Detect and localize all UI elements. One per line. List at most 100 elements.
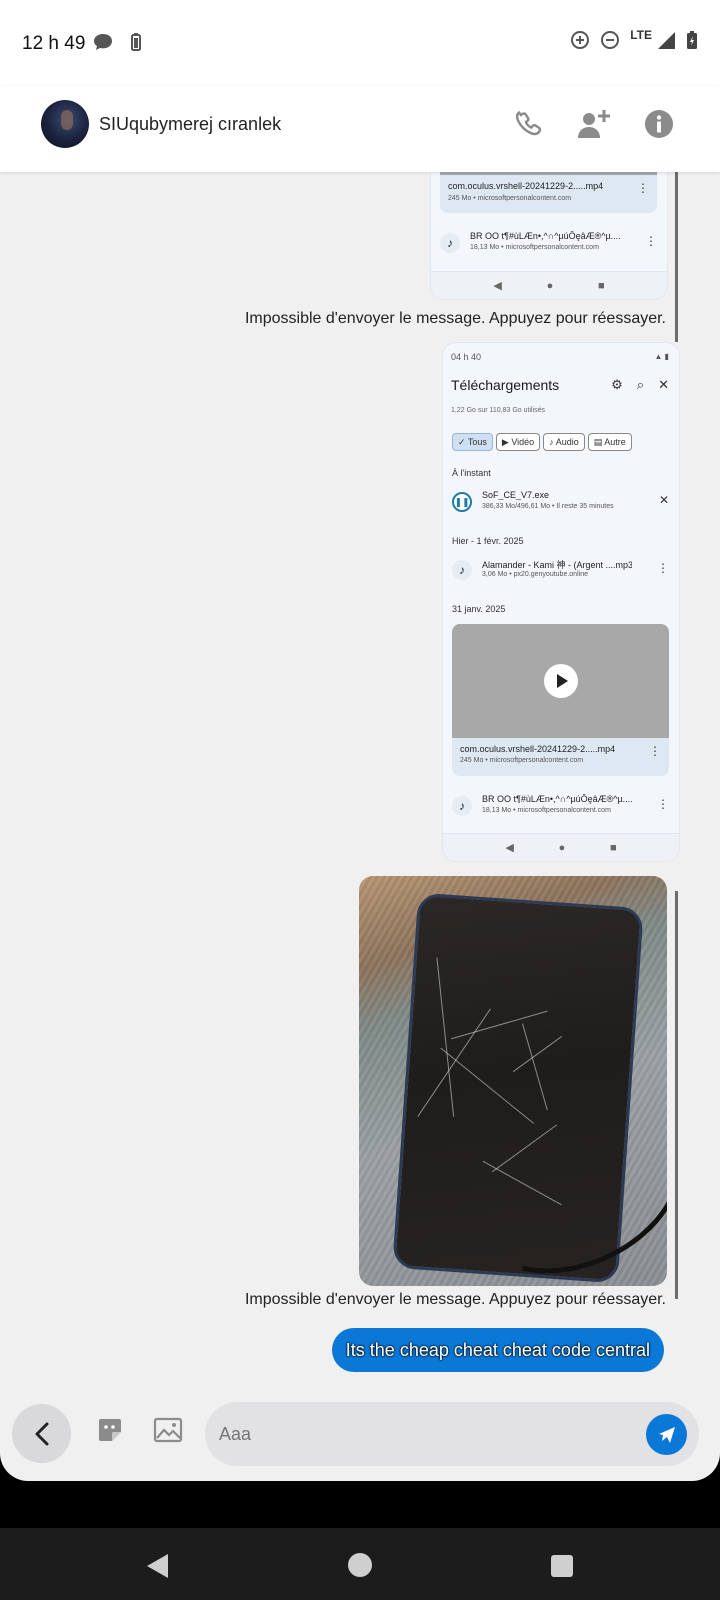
track-subtitle: 3,06 Mo • px20.genyoutube.online: [482, 571, 588, 578]
status-left-icons: [92, 32, 142, 52]
section-now: À l'instant: [452, 468, 491, 478]
message-screenshot-image-2[interactable]: 04 h 40 ▲ ▮ Téléchargements ⚙ ⌕ ✕ 1,22 G…: [442, 342, 680, 862]
contact-avatar[interactable]: [41, 100, 89, 148]
video-title: com.oculus.vrshell-20241229-2.....mp4: [460, 744, 616, 754]
info-button[interactable]: [637, 102, 681, 146]
gallery-button[interactable]: [150, 1412, 186, 1448]
crack-line: [451, 1010, 548, 1040]
add-person-icon: [578, 110, 610, 138]
more-icon: ⋮: [649, 744, 661, 758]
pause-icon: ❚❚: [452, 492, 472, 512]
nav-recents-icon[interactable]: [551, 1555, 573, 1577]
more-icon: ⋮: [637, 181, 649, 195]
message-composer: [0, 1394, 720, 1481]
music-note-icon: ♪: [452, 796, 472, 816]
phone-icon: [515, 110, 542, 136]
battery-saver-icon: [131, 33, 141, 51]
audio-subtitle: 18,13 Mo • microsoftpersonalcontent.com: [470, 244, 599, 251]
conversation-header: SIUqubymerej cıranlek: [0, 86, 720, 172]
chevron-left-icon: [35, 1422, 48, 1445]
send-button[interactable]: [646, 1414, 687, 1455]
filter-chips: ✓ Tous ▶ Vidéo ♪ Audio ▤ Autre: [452, 433, 632, 451]
audio-title: BR OO t¶#ùLÆn•,^∩^µúÔęâÆ®^µ.......: [482, 794, 632, 804]
settings-gear-icon: ⚙: [611, 377, 623, 392]
crack-line: [522, 1023, 548, 1111]
downloads-toolbar: ⚙ ⌕ ✕: [611, 377, 669, 393]
status-right-icons: LTE: [570, 28, 698, 50]
message-list[interactable]: com.oculus.vrshell-20241229-2.....mp4 24…: [0, 172, 720, 1394]
add-people-button[interactable]: [572, 102, 616, 146]
network-type-label: LTE: [630, 28, 652, 42]
call-button[interactable]: [507, 102, 551, 146]
status-time: 12 h 49: [22, 33, 86, 54]
video-subtitle: 245 Mo • microsoftpersonalcontent.com: [460, 757, 584, 764]
section-date: 31 janv. 2025: [452, 604, 506, 614]
video-card: com.oculus.vrshell-20241229-2.....mp4 24…: [440, 175, 657, 213]
message-input-container: [205, 1402, 699, 1466]
messenger-app: 12 h 49 LTE SIUqubymerej cıranlek com.oc…: [0, 0, 720, 1481]
chat-bubble-icon: [94, 34, 112, 50]
back-triangle-icon: ◀: [505, 842, 514, 854]
audio-title: BR OO t¶#ùLÆn•,^∩^µúÔęâÆ®^µ.......: [470, 231, 620, 241]
audio-row: ♪ BR OO t¶#ùLÆn•,^∩^µúÔęâÆ®^µ....... 18,…: [440, 229, 657, 257]
download-title: SoF_CE_V7.exe: [482, 490, 550, 500]
more-icon: ⋮: [657, 561, 669, 575]
battery-icon: [687, 31, 697, 49]
chip-video: ▶ Vidéo: [495, 433, 541, 451]
download-row-active: ❚❚ SoF_CE_V7.exe 386,33 Mo/496,61 Mo • I…: [452, 488, 669, 516]
audio-subtitle: 18,13 Mo • microsoftpersonalcontent.com: [482, 807, 611, 814]
message-screenshot-image-1[interactable]: com.oculus.vrshell-20241229-2.....mp4 24…: [430, 172, 668, 300]
play-icon: [543, 664, 578, 698]
sticker-button[interactable]: [92, 1412, 128, 1448]
send-failed-notice[interactable]: Impossible d'envoyer le message. Appuyez…: [245, 1291, 666, 1309]
sent-indicator-bar: [675, 891, 678, 1299]
cancel-icon: ✕: [658, 493, 669, 507]
sent-indicator-bar: [675, 172, 678, 342]
screenshot-navbar: ◀ ● ■: [431, 271, 667, 299]
video-subtitle: 245 Mo • microsoftpersonalcontent.com: [448, 195, 572, 202]
storage-usage: 1,22 Go sur 110,83 Go utilisés: [451, 407, 546, 414]
sticker-icon: [99, 1419, 121, 1441]
message-photo-cracked-phone[interactable]: [359, 876, 667, 1286]
sent-text-bubble[interactable]: Its the cheap cheat cheat code central: [331, 1328, 664, 1372]
screenshot-status-time: 04 h 40: [451, 352, 482, 362]
close-icon: ✕: [658, 377, 669, 392]
nav-home-icon[interactable]: [348, 1553, 372, 1577]
send-failed-notice[interactable]: Impossible d'envoyer le message. Appuyez…: [245, 310, 666, 328]
video-card: com.oculus.vrshell-20241229-2.....mp4 24…: [452, 624, 669, 776]
do-not-disturb-icon: [601, 31, 620, 49]
recents-square-icon: ■: [597, 279, 605, 292]
image-icon: [153, 1417, 183, 1443]
download-row-audio: ♪ BR OO t¶#ùLÆn•,^∩^µúÔęâÆ®^µ....... 18,…: [452, 792, 669, 820]
signal-icon: [658, 32, 675, 49]
back-triangle-icon: ◀: [493, 280, 502, 292]
recents-square-icon: ■: [609, 841, 617, 854]
info-icon: [645, 110, 673, 138]
music-note-icon: ♪: [440, 233, 460, 253]
more-icon: ⋮: [657, 797, 669, 811]
video-title: com.oculus.vrshell-20241229-2.....mp4: [448, 181, 604, 191]
collapse-button[interactable]: [12, 1404, 71, 1463]
contact-name[interactable]: SIUqubymerej cıranlek: [99, 114, 281, 135]
chip-all: ✓ Tous: [452, 433, 493, 451]
crack-line: [417, 1008, 491, 1117]
data-saver-icon: [571, 31, 590, 49]
send-icon: [658, 1426, 675, 1443]
nav-back-icon[interactable]: [147, 1554, 168, 1578]
search-icon: ⌕: [636, 377, 645, 392]
music-note-icon: ♪: [452, 560, 472, 580]
screenshot-status-icons: ▲ ▮: [654, 352, 669, 361]
message-input[interactable]: [219, 1420, 609, 1448]
status-bar: 12 h 49 LTE: [0, 0, 720, 86]
home-circle-icon: ●: [546, 279, 554, 292]
download-row-track: ♪ Alamander - Kami 神 - (Argent ....mp3 3…: [452, 556, 669, 584]
chip-audio: ♪ Audio: [543, 433, 585, 451]
track-title: Alamander - Kami 神 - (Argent ....mp3: [482, 560, 632, 570]
screenshot-navbar: ◀ ● ■: [443, 833, 679, 861]
chip-other: ▤ Autre: [587, 433, 632, 451]
home-circle-icon: ●: [558, 841, 566, 854]
section-yesterday: Hier - 1 févr. 2025: [452, 536, 524, 546]
downloads-title: Téléchargements: [451, 377, 560, 393]
system-navigation-bar: [0, 1528, 720, 1600]
download-progress: 386,33 Mo/496,61 Mo • Il reste 35 minute…: [482, 503, 614, 510]
